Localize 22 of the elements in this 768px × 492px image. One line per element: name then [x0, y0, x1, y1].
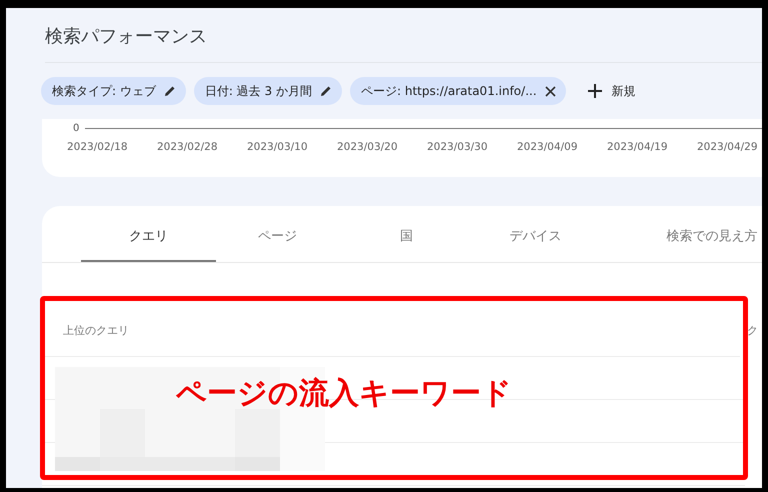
column-header: 上位のクエリ — [63, 323, 129, 339]
filter-chip[interactable]: ページ: https://arata01.info/... — [350, 77, 566, 105]
close-icon — [544, 86, 556, 96]
axis-label: 2023/04/29 — [697, 141, 759, 153]
filter-chip[interactable]: 日付: 過去 3 か月間 — [194, 77, 342, 105]
axis-label: 2023/03/20 — [337, 141, 399, 153]
axis-label: 2023/02/28 — [157, 141, 219, 153]
annotation-label: ページの流入キーワード — [176, 375, 512, 413]
axis-label: 0 — [73, 123, 80, 134]
axis-label: 2023/02/18 — [67, 141, 129, 153]
axis-label: 2023/03/30 — [427, 141, 489, 153]
page-title: 検索パフォーマンス — [45, 25, 208, 48]
axis-label: 2023/04/09 — [517, 141, 579, 153]
pencil-icon — [164, 85, 176, 97]
column-header: ク — [747, 323, 758, 339]
filter-chip[interactable]: 検索タイプ: ウェブ — [41, 77, 186, 105]
new-filter-button[interactable]: 新規 — [588, 82, 636, 100]
plus-icon — [588, 84, 602, 98]
tab[interactable]: 検索での見え方 — [617, 206, 762, 262]
pencil-icon — [320, 85, 332, 97]
axis-label: 2023/04/19 — [607, 141, 669, 153]
axis-label: 2023/03/10 — [247, 141, 309, 153]
